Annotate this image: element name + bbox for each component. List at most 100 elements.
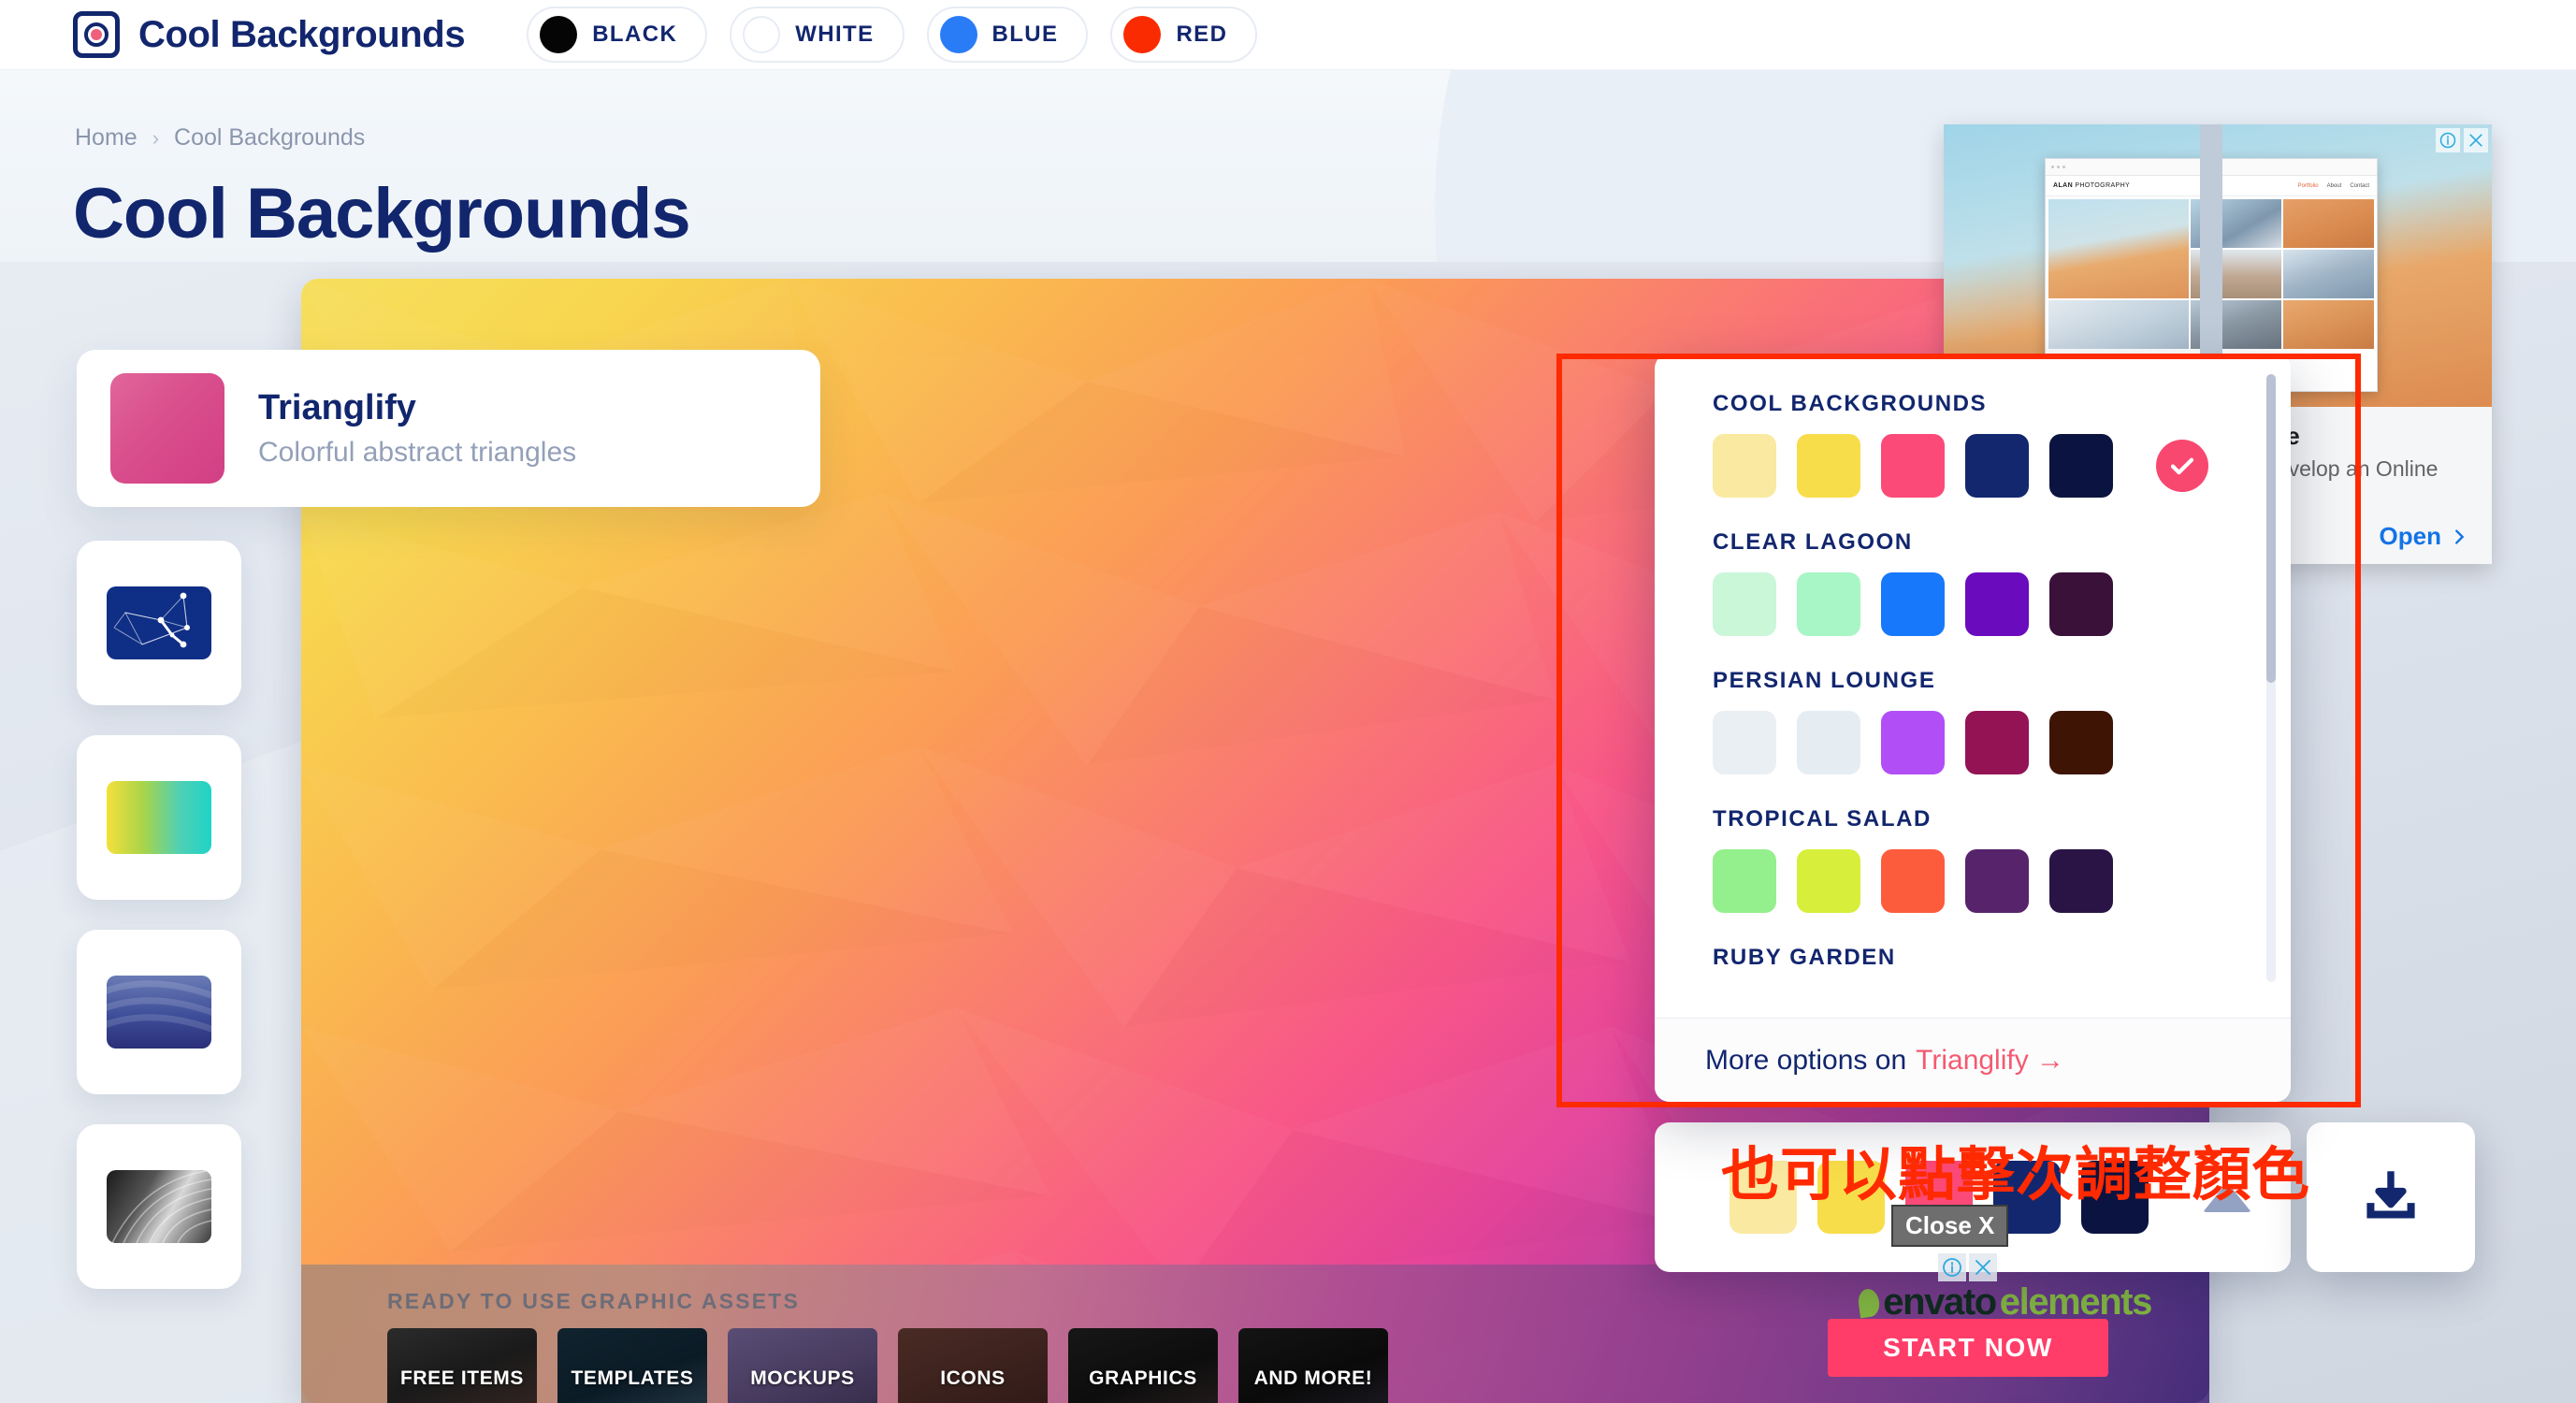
waves-thumbnail [107, 976, 211, 1049]
swatch-dot-white [743, 16, 781, 53]
palette-group-persian-lounge[interactable]: PERSIAN LOUNGE [1713, 668, 2291, 774]
leaf-icon [1857, 1287, 1882, 1318]
palette-group-title: COOL BACKGROUNDS [1713, 391, 1988, 416]
palette-group-title: CLEAR LAGOON [1713, 529, 1913, 555]
breadcrumb: Home › Cool Backgrounds [75, 124, 365, 152]
ad-site-logo: ALAN PHOTOGRAPHY [2053, 182, 2131, 189]
color-filter-group: BLACK WHITE BLUE RED [527, 7, 1258, 63]
preset-name: Trianglify [258, 388, 416, 428]
particles-thumbnail [107, 586, 211, 659]
palette-swatch[interactable] [1965, 711, 2029, 774]
palette-group-title: PERSIAN LOUNGE [1713, 668, 1936, 693]
promo-tile-icons[interactable]: ICONS [898, 1328, 1048, 1403]
top-navigation-bar: Cool Backgrounds BLACK WHITE BLUE RED [0, 0, 2576, 70]
palette-footer-trianglify-link[interactable]: Trianglify → [1916, 1045, 2064, 1077]
palette-swatch[interactable] [1797, 572, 1860, 636]
palette-swatch[interactable] [1713, 711, 1776, 774]
palette-swatch[interactable] [1881, 849, 1945, 913]
ad-close-icon[interactable] [1969, 1253, 1997, 1281]
palette-swatch[interactable] [1713, 849, 1776, 913]
promo-tile-templates[interactable]: TEMPLATES [557, 1328, 707, 1403]
color-filter-blue[interactable]: BLUE [926, 7, 1089, 63]
palette-swatch[interactable] [1965, 434, 2029, 498]
palette-swatch[interactable] [2049, 572, 2113, 636]
palette-swatch[interactable] [1713, 434, 1776, 498]
preset-thumbnail [110, 373, 224, 484]
preset-card-trianglify[interactable]: Trianglify Colorful abstract triangles [77, 350, 820, 507]
palette-swatch[interactable] [1713, 572, 1776, 636]
ad-open-button[interactable]: Open [2380, 522, 2469, 551]
target-logo-icon [73, 11, 120, 58]
color-filter-white-label: WHITE [795, 22, 875, 47]
envato-logo-text-b: elements [1999, 1281, 2153, 1323]
palette-swatch[interactable] [2049, 849, 2113, 913]
promo-tile-mockups[interactable]: MOCKUPS [728, 1328, 877, 1403]
envato-promo-banner[interactable]: READY TO USE GRAPHIC ASSETS FREE ITEMS T… [301, 1265, 2209, 1403]
color-filter-black-label: BLACK [592, 22, 678, 47]
palette-scrollbar-track[interactable] [2266, 374, 2276, 982]
palette-swatch[interactable] [1797, 711, 1860, 774]
breadcrumb-current: Cool Backgrounds [174, 124, 366, 151]
palette-group-ruby-garden[interactable]: RUBY GARDEN [1713, 945, 2291, 971]
brand[interactable]: Cool Backgrounds [73, 11, 466, 58]
start-now-label: START NOW [1883, 1333, 2053, 1362]
download-button[interactable] [2307, 1122, 2475, 1272]
color-filter-blue-label: BLUE [991, 22, 1059, 47]
palette-swatch[interactable] [1881, 434, 1945, 498]
ad-controls [2436, 128, 2488, 152]
palette-footer-prefix: More options on [1705, 1044, 1907, 1076]
palette-swatch[interactable] [1797, 434, 1860, 498]
palette-swatch[interactable] [2049, 434, 2113, 498]
ad-info-icon[interactable] [2436, 128, 2460, 152]
palette-swatch[interactable] [2049, 711, 2113, 774]
rail-item-moire[interactable] [77, 1124, 241, 1289]
promo-label: READY TO USE GRAPHIC ASSETS [387, 1289, 801, 1313]
rail-item-particles[interactable] [77, 541, 241, 705]
palette-swatch-row [1713, 434, 2291, 498]
rail-item-gradient[interactable] [77, 735, 241, 900]
ad-close-icon[interactable] [2464, 128, 2488, 152]
palette-dropdown-panel[interactable]: COOL BACKGROUNDS CLEAR LAGOON PERSIAN LO… [1655, 354, 2291, 1102]
palette-group-tropical-salad[interactable]: TROPICAL SALAD [1713, 806, 2291, 913]
promo-tile-list: FREE ITEMS TEMPLATES MOCKUPS ICONS GRAPH… [387, 1328, 1388, 1403]
palette-group-title: RUBY GARDEN [1713, 945, 1896, 970]
palette-swatch[interactable] [1881, 711, 1945, 774]
palette-swatch[interactable] [1881, 572, 1945, 636]
palette-group-cool-backgrounds[interactable]: COOL BACKGROUNDS [1713, 391, 2291, 498]
ad-site-links: Portfolio About Contact [2297, 182, 2369, 189]
palette-swatch[interactable] [1797, 849, 1860, 913]
breadcrumb-home[interactable]: Home [75, 124, 137, 152]
preset-card-text: Trianglify Colorful abstract triangles [258, 388, 576, 469]
ad-info-icon[interactable] [1938, 1253, 1966, 1281]
palette-group-clear-lagoon[interactable]: CLEAR LAGOON [1713, 529, 2291, 636]
brand-name: Cool Backgrounds [138, 13, 466, 55]
page-root: Cool Backgrounds BLACK WHITE BLUE RED Ho… [0, 0, 2576, 1403]
envato-elements-logo: envato elements [1857, 1281, 2153, 1323]
preset-thumbnail-rail [77, 541, 241, 1319]
promo-tile-free-items[interactable]: FREE ITEMS [387, 1328, 537, 1403]
palette-scroll-area: COOL BACKGROUNDS CLEAR LAGOON PERSIAN LO… [1655, 354, 2291, 1018]
chevron-right-icon [2455, 528, 2465, 544]
promo-tile-and-more[interactable]: AND MORE! [1238, 1328, 1388, 1403]
preset-description: Colorful abstract triangles [258, 436, 577, 468]
color-filter-white[interactable]: WHITE [730, 7, 904, 63]
palette-footer-link[interactable]: More options on Trianglify → [1655, 1018, 2291, 1102]
palette-scrollbar-thumb[interactable] [2266, 374, 2276, 683]
swatch-dot-red [1123, 16, 1162, 53]
page-title: Cool Backgrounds [73, 174, 691, 253]
check-icon [2156, 440, 2208, 492]
color-filter-black[interactable]: BLACK [527, 7, 708, 63]
palette-swatch-row [1713, 711, 2291, 774]
palette-swatch[interactable] [1965, 849, 2029, 913]
promo-tile-graphics[interactable]: GRAPHICS [1068, 1328, 1218, 1403]
color-filter-red[interactable]: RED [1110, 7, 1258, 63]
download-icon [2366, 1171, 2415, 1219]
envato-logo-text-a: envato [1883, 1281, 1997, 1323]
start-now-button[interactable]: START NOW [1828, 1319, 2108, 1377]
chevron-right-icon: › [152, 125, 160, 150]
close-tooltip[interactable]: Close X [1891, 1205, 2009, 1247]
palette-swatch[interactable] [1965, 572, 2029, 636]
ad-mini-controls [1938, 1253, 1997, 1281]
color-filter-red-label: RED [1176, 22, 1228, 47]
rail-item-waves[interactable] [77, 930, 241, 1094]
